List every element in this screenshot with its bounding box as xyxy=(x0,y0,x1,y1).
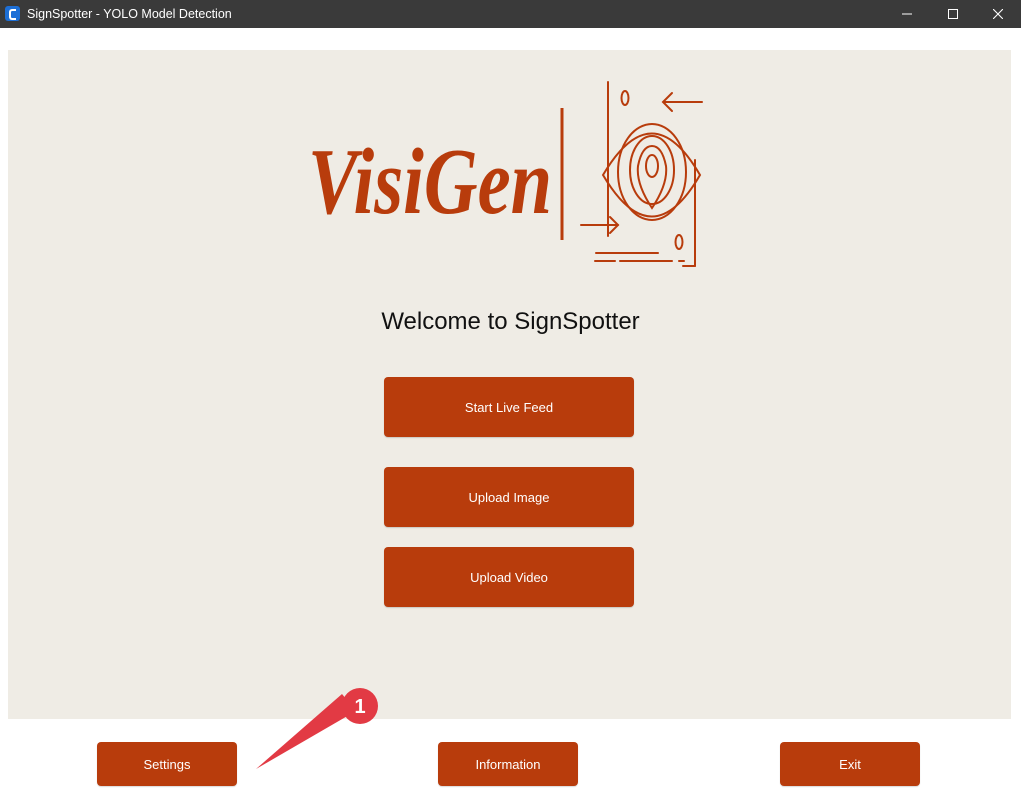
information-button[interactable]: Information xyxy=(438,742,578,786)
upload-image-button[interactable]: Upload Image xyxy=(384,467,634,527)
close-button[interactable] xyxy=(975,0,1021,28)
visigen-logo: VisiGen xyxy=(308,81,703,267)
close-icon xyxy=(993,9,1003,19)
app-icon xyxy=(5,6,20,21)
title-bar: SignSpotter - YOLO Model Detection xyxy=(0,0,1021,28)
maximize-icon xyxy=(948,9,958,19)
maximize-button[interactable] xyxy=(930,0,976,28)
window-title: SignSpotter - YOLO Model Detection xyxy=(27,7,232,21)
settings-button[interactable]: Settings xyxy=(97,742,237,786)
minimize-button[interactable] xyxy=(884,0,930,28)
eye-location-icon xyxy=(580,81,703,267)
annotation-number: 1 xyxy=(354,696,365,718)
upload-video-button[interactable]: Upload Video xyxy=(384,547,634,607)
start-live-feed-button[interactable]: Start Live Feed xyxy=(384,377,634,437)
logo-text: VisiGen xyxy=(308,130,552,234)
welcome-heading: Welcome to SignSpotter xyxy=(381,308,640,335)
exit-button[interactable]: Exit xyxy=(780,742,920,786)
annotation-arrow xyxy=(256,694,356,769)
annotation-pointer: 1 xyxy=(256,688,378,769)
minimize-icon xyxy=(902,13,912,15)
